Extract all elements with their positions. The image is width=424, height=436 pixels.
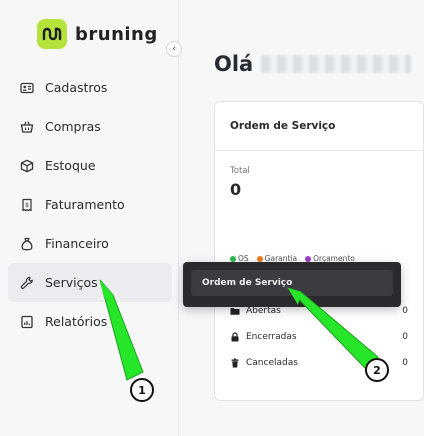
sidebar-item-financeiro[interactable]: Financeiro [8, 224, 172, 263]
submenu-item-ordem-de-servico[interactable]: Ordem de Serviço [191, 270, 393, 296]
basket-icon [20, 120, 34, 134]
stat-row-abertas: Abertas 0 [230, 306, 408, 316]
sidebar-item-label: Faturamento [45, 197, 125, 212]
folder-icon [230, 306, 240, 316]
servicos-submenu-popup: Ordem de Serviço [183, 262, 401, 307]
svg-text:$: $ [25, 202, 29, 209]
ordem-servico-card: Ordem de Serviço Total 0 OS Garantia Orç… [214, 101, 424, 401]
stat-row-encerradas: Encerradas 0 [230, 332, 408, 342]
sidebar-item-servicos[interactable]: Serviços [8, 263, 172, 302]
sidebar-item-label: Relatórios [45, 314, 108, 329]
sidebar-item-cadastros[interactable]: Cadastros [8, 68, 172, 107]
box-icon [20, 159, 34, 173]
sidebar-item-label: Compras [45, 119, 101, 134]
id-card-icon [20, 81, 34, 95]
sidebar-item-label: Cadastros [45, 80, 108, 95]
card-title: Ordem de Serviço [230, 120, 336, 132]
sidebar-nav: Cadastros Compras Estoque $ Faturamento … [8, 68, 172, 341]
stat-row-canceladas: Canceladas 0 [230, 358, 408, 368]
total-label: Total [230, 166, 250, 176]
wrench-icon [20, 276, 34, 290]
trash-icon [230, 358, 240, 368]
sidebar-item-label: Serviços [45, 275, 98, 290]
receipt-icon: $ [20, 198, 34, 212]
brand-logo-icon [37, 19, 67, 49]
brand[interactable]: bruning [37, 19, 158, 49]
chevron-left-icon[interactable]: ‹ [166, 41, 182, 57]
brand-name: bruning [75, 23, 158, 45]
sidebar-item-faturamento[interactable]: $ Faturamento [8, 185, 172, 224]
greeting: Olá [214, 52, 412, 76]
greeting-text: Olá [214, 52, 254, 76]
sidebar: bruning ‹ Cadastros Compras Estoque $ Fa… [0, 0, 182, 436]
card-divider [215, 150, 423, 151]
sidebar-item-label: Estoque [45, 158, 96, 173]
sidebar-item-compras[interactable]: Compras [8, 107, 172, 146]
lock-icon [230, 332, 240, 342]
sidebar-item-label: Financeiro [45, 236, 109, 251]
report-icon [20, 315, 34, 329]
sidebar-item-relatorios[interactable]: Relatórios [8, 302, 172, 341]
money-bag-icon [20, 237, 34, 251]
total-value: 0 [230, 180, 242, 199]
sidebar-item-estoque[interactable]: Estoque [8, 146, 172, 185]
user-name-redacted [261, 55, 412, 73]
